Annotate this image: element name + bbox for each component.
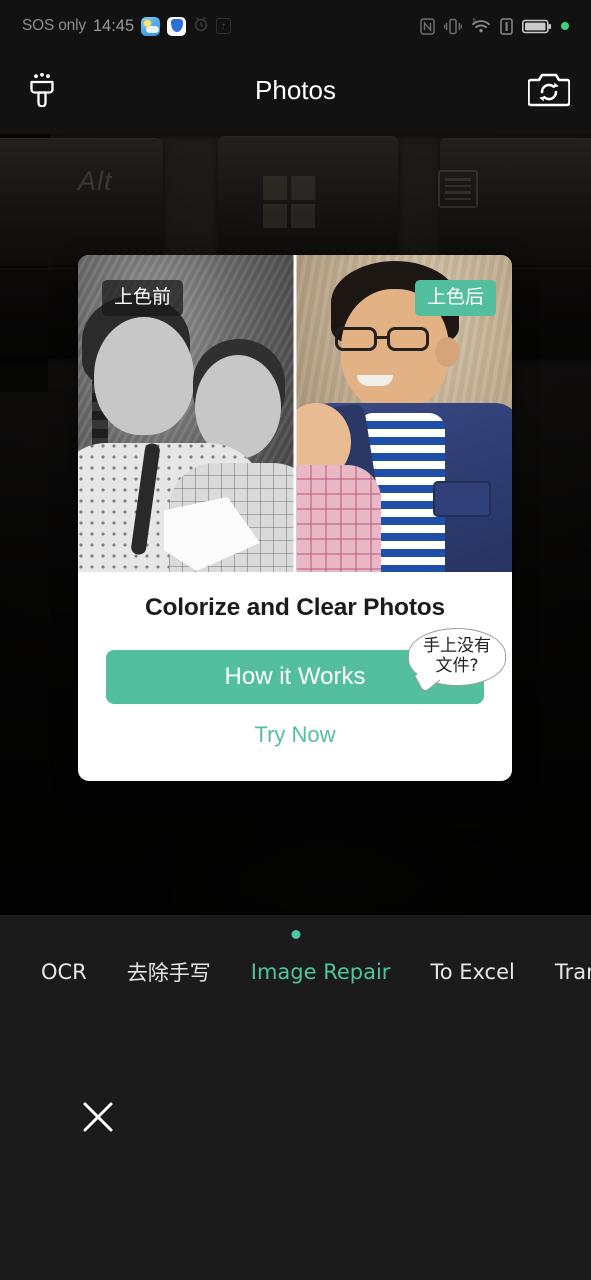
- photo-detail-child-shirt: [295, 465, 381, 572]
- mode-tab-remove-handwriting[interactable]: 去除手写: [107, 957, 231, 987]
- promo-card-body: Colorize and Clear Photos How it Works 手…: [78, 572, 512, 748]
- app-bar: Photos: [0, 52, 591, 128]
- badge-before: 上色前: [102, 280, 184, 316]
- mode-tab-to-excel[interactable]: To Excel: [410, 960, 534, 984]
- battery-icon: [522, 19, 552, 34]
- status-bar: SOS only 14:45 ↑ 5: [0, 0, 591, 52]
- recording-indicator-dot: [561, 22, 569, 30]
- alarm-icon: [193, 16, 209, 37]
- vibrate-icon: [444, 18, 462, 35]
- weather-icon: [141, 16, 161, 36]
- bubble-line-2: 文件?: [435, 656, 479, 676]
- upload-icon: ↑: [216, 18, 232, 34]
- camera-flip-icon[interactable]: [525, 66, 573, 114]
- photo-detail-face: [94, 317, 194, 435]
- bubble-line-1: 手上没有: [423, 636, 491, 657]
- clock-label: 14:45: [92, 16, 135, 35]
- cta-wrapper: How it Works 手上没有 文件?: [106, 628, 506, 704]
- mode-tab-partial[interactable]: s: [0, 960, 21, 984]
- page-indicator-dot: [291, 930, 300, 939]
- promo-title: Colorize and Clear Photos: [145, 594, 445, 621]
- before-after-preview: 上色前 上色后: [78, 255, 512, 572]
- close-icon[interactable]: [76, 1095, 120, 1139]
- status-bar-left: SOS only 14:45 ↑: [22, 16, 420, 37]
- signal-icon: [500, 17, 513, 35]
- status-bar-right: 5: [420, 17, 569, 35]
- after-photo: 上色后: [295, 255, 512, 572]
- mode-tab-image-repair[interactable]: Image Repair: [231, 960, 411, 984]
- flashlight-icon[interactable]: [18, 66, 66, 114]
- wifi-icon: 5: [471, 18, 491, 34]
- photo-detail-smile: [357, 375, 393, 386]
- try-now-link[interactable]: Try Now: [106, 722, 484, 748]
- no-file-tooltip-bubble[interactable]: 手上没有 文件?: [408, 628, 506, 686]
- badge-after: 上色后: [414, 280, 496, 316]
- nfc-icon: [420, 17, 435, 35]
- mode-tab-ocr[interactable]: OCR: [21, 960, 107, 984]
- photo-detail-glasses: [335, 327, 439, 351]
- svg-text:5: 5: [473, 18, 476, 24]
- promo-card[interactable]: 上色前 上色后 Colorize and Clear Photos How it…: [78, 255, 512, 781]
- carrier-label: SOS only: [22, 17, 86, 34]
- mode-tab-translate[interactable]: Translate: [535, 960, 591, 984]
- shield-icon: [167, 16, 187, 36]
- before-photo: 上色前: [78, 255, 295, 572]
- before-after-divider: [293, 255, 297, 572]
- mode-tab-bar[interactable]: s OCR 去除手写 Image Repair To Excel Transla…: [0, 951, 591, 993]
- photo-detail-pocket: [433, 481, 491, 517]
- page-title: Photos: [255, 74, 336, 105]
